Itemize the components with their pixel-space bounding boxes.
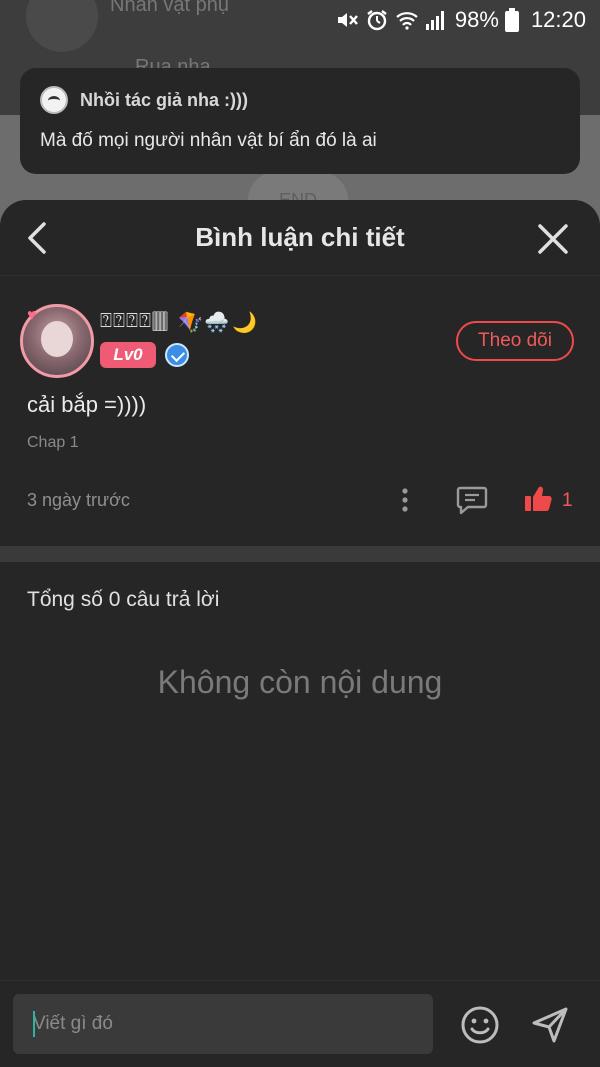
battery-percentage: 98% xyxy=(454,7,499,32)
replies-total: Tổng số 0 câu trả lời xyxy=(27,588,220,611)
level-badge: Lv0 xyxy=(100,342,156,368)
toast-title: Nhồi tác giả nha :))) xyxy=(80,89,248,110)
comment-input[interactable] xyxy=(13,994,433,1054)
reply-icon[interactable] xyxy=(456,485,488,515)
sheet-header: Bình luận chi tiết xyxy=(0,200,600,276)
toast-avatar xyxy=(40,86,68,114)
emoji-3: 🌨️ xyxy=(204,312,229,334)
section-divider xyxy=(0,546,600,562)
emoji-4: 🌙 xyxy=(232,312,257,334)
status-time: 12:20 xyxy=(530,7,586,32)
more-options-icon[interactable] xyxy=(395,486,415,514)
alarm-icon xyxy=(367,10,387,31)
text-caret xyxy=(33,1011,35,1037)
thumbs-up-icon[interactable] xyxy=(523,484,553,514)
chapter-label[interactable]: Chap 1 xyxy=(27,434,79,452)
mute-icon xyxy=(337,13,358,27)
battery-icon xyxy=(504,8,519,32)
comment-text: cải bắp =)))) xyxy=(27,392,147,417)
verified-icon xyxy=(165,343,189,367)
toast-header: Nhồi tác giả nha :))) xyxy=(40,86,560,114)
follow-button[interactable]: Theo dõi xyxy=(456,321,574,361)
comment-detail-sheet: Bình luận chi tiết ♥ ⍰⍰⍰⍰ 🀫 🪁 🌨️ 🌙 Lv0 T… xyxy=(0,200,600,1067)
toast-notification[interactable]: Nhồi tác giả nha :))) Mà đố mọi người nh… xyxy=(20,68,580,174)
username[interactable]: ⍰⍰⍰⍰ xyxy=(100,310,152,333)
emoji-2: 🪁 xyxy=(178,312,203,334)
empty-state-text: Không còn nội dung xyxy=(157,664,443,700)
send-icon[interactable] xyxy=(530,1005,570,1045)
avatar-heart-icon: ♥ xyxy=(27,307,37,324)
avatar[interactable]: ♥ xyxy=(20,304,94,378)
wifi-icon xyxy=(396,12,418,30)
emoji-1: 🀫 xyxy=(152,310,168,332)
status-bar: 98% 12:20 xyxy=(0,0,600,40)
sheet-title: Bình luận chi tiết xyxy=(195,222,405,252)
like-count: 1 xyxy=(562,490,573,511)
comment-composer xyxy=(0,980,600,1067)
comment-time: 3 ngày trước xyxy=(27,490,130,510)
signal-icon xyxy=(425,11,444,30)
emoji-icon[interactable] xyxy=(460,1005,500,1045)
close-icon[interactable] xyxy=(536,222,570,256)
toast-body: Mà đố mọi người nhân vật bí ẩn đó là ai xyxy=(40,130,377,151)
